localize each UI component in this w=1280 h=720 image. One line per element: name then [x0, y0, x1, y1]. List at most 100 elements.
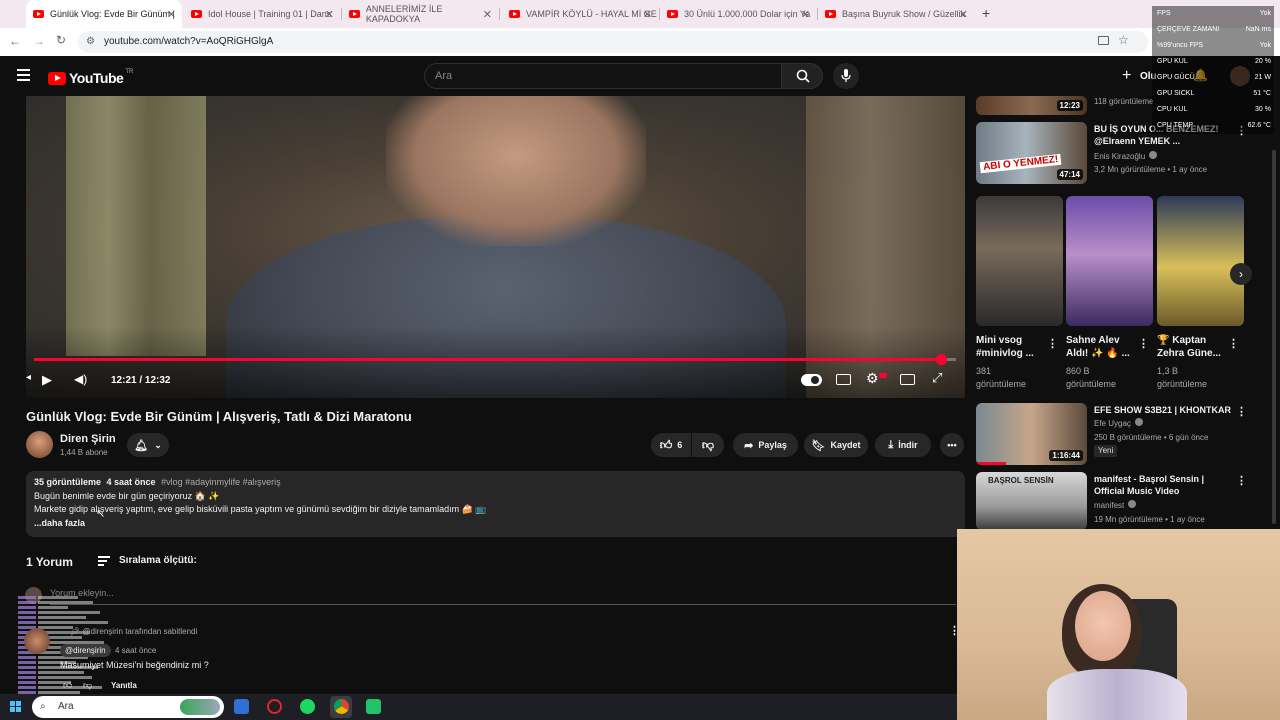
forward-icon[interactable]: →: [33, 34, 45, 48]
show-more-link[interactable]: ...daha fazla: [34, 517, 957, 531]
browser-toolbar: ← → ↻ ⚙ youtube.com/watch?v=AoQRiGHGlgA …: [0, 28, 1280, 56]
short-title[interactable]: Sahne Alev Aldı! ✨ 🔥 ...: [1066, 334, 1136, 360]
chrome-app-icon[interactable]: [334, 699, 349, 714]
comment-dislike-icon[interactable]: 👎︎: [83, 680, 92, 691]
close-tab-icon[interactable]: ✕: [801, 8, 810, 21]
short-title[interactable]: 🏆 Kaptan Zehra Güne...: [1157, 334, 1227, 360]
comment-author-avatar[interactable]: [24, 628, 50, 654]
overlay-row: GPU SICKL 51 °C: [1157, 90, 1271, 97]
site-info-icon[interactable]: ⚙: [86, 31, 95, 53]
new-tab-button[interactable]: +: [982, 5, 990, 21]
comments-count: 1 Yorum: [26, 555, 73, 569]
reply-button[interactable]: Yanıtla: [111, 681, 137, 690]
close-tab-icon[interactable]: ✕: [167, 8, 176, 21]
sort-icon[interactable]: [98, 556, 110, 566]
overlay-value: 51 °C: [1253, 90, 1271, 97]
progress-bar[interactable]: [34, 354, 956, 365]
browser-tab[interactable]: VAMPİR KÖYLÜ - HAYAL Mİ GE ✕: [502, 0, 658, 28]
like-button[interactable]: 👍︎ 6: [651, 433, 691, 457]
previous-icon[interactable]: ◂: [26, 372, 31, 383]
close-tab-icon[interactable]: ✕: [959, 8, 968, 21]
description-box[interactable]: 35 görüntüleme 4 saat önce #vlog #adayin…: [26, 471, 965, 537]
comment-like-icon[interactable]: 👍︎: [63, 680, 72, 691]
spotify-app-icon[interactable]: [300, 699, 315, 714]
share-label: Paylaş: [758, 440, 787, 450]
short-thumbnail[interactable]: [976, 196, 1063, 326]
chat-username: [18, 655, 36, 659]
create-icon[interactable]: +: [1122, 67, 1131, 85]
like-count: 6: [677, 440, 683, 450]
channel-name[interactable]: manifest: [1094, 500, 1137, 512]
short-thumbnail[interactable]: [1066, 196, 1153, 326]
volume-icon[interactable]: ◀): [74, 372, 87, 386]
shorts-next-button[interactable]: ›: [1230, 263, 1252, 285]
install-app-icon[interactable]: [1098, 36, 1109, 45]
short-thumbnail[interactable]: [1157, 196, 1244, 326]
video-thumbnail[interactable]: 12:23: [976, 96, 1087, 115]
more-actions-button[interactable]: •••: [940, 433, 964, 457]
microphone-icon: [841, 69, 851, 82]
browser-tab[interactable]: Idol House | Training 01 | Dans ✕: [184, 0, 340, 28]
url-text: youtube.com/watch?v=AoQRiGHGlgA: [104, 36, 274, 47]
search-input[interactable]: Ara: [424, 63, 782, 89]
channel-name[interactable]: Efe Uygaç: [1094, 418, 1144, 430]
video-title[interactable]: manifest - Başrol Sensin | Official Musi…: [1094, 473, 1234, 497]
hashtags[interactable]: #vlog #adayinmylife #alışveriş: [161, 477, 281, 487]
theater-mode-icon[interactable]: [900, 374, 915, 385]
comment-author-badge[interactable]: @direnşirin: [60, 644, 111, 657]
video-player[interactable]: [26, 96, 965, 398]
video-thumbnail[interactable]: ABI O YENMEZ! 47:14: [976, 122, 1087, 184]
close-tab-icon[interactable]: ✕: [483, 8, 492, 21]
settings-gear-icon[interactable]: ⚙: [866, 370, 879, 387]
save-button[interactable]: 🔖︎ Kaydet: [804, 433, 868, 457]
add-comment-input[interactable]: Yorum ekleyin...: [50, 588, 956, 605]
short-views-label: görüntüleme: [976, 379, 1027, 389]
short-menu-icon[interactable]: ⋮: [1138, 337, 1149, 350]
play-button[interactable]: ▶: [42, 372, 52, 388]
messenger-app-icon[interactable]: [366, 699, 381, 714]
dislike-button[interactable]: 👎︎: [692, 433, 724, 457]
subtitles-icon[interactable]: [836, 374, 851, 385]
menu-icon[interactable]: [17, 69, 30, 81]
tab-title: 30 Ünlü 1.000.000 Dolar için Ya: [684, 9, 811, 19]
back-icon[interactable]: ←: [9, 34, 21, 48]
browser-tab[interactable]: 30 Ünlü 1.000.000 Dolar için Ya ✕: [660, 0, 816, 28]
browser-tab[interactable]: ANNELERİMİZ İLE KAPADOKYA ✕: [342, 0, 498, 28]
reload-icon[interactable]: ↻: [56, 33, 66, 47]
fullscreen-icon[interactable]: ⤢: [932, 370, 942, 386]
store-app-icon[interactable]: [234, 699, 249, 714]
channel-name[interactable]: Diren Şirin: [60, 433, 116, 445]
voice-search-button[interactable]: [833, 63, 859, 89]
video-thumbnail[interactable]: BAŞROL SENSİN: [976, 472, 1087, 530]
video-menu-icon[interactable]: ⋮: [1236, 474, 1247, 487]
short-title[interactable]: Mini vsog #minivlog ...: [976, 334, 1046, 360]
address-bar[interactable]: ⚙ youtube.com/watch?v=AoQRiGHGlgA: [78, 31, 1148, 53]
close-tab-icon[interactable]: ✕: [643, 8, 652, 21]
browser-tab[interactable]: Günlük Vlog: Evde Bir Günüm | ✕: [26, 0, 182, 28]
youtube-logo[interactable]: YouTube TR: [48, 69, 133, 86]
opera-app-icon[interactable]: [267, 699, 282, 714]
search-button[interactable]: [781, 63, 823, 89]
subscribe-bell-button[interactable]: 🔔︎ ⌄: [127, 433, 169, 457]
chat-username: [18, 665, 36, 669]
windows-start-icon[interactable]: [10, 701, 21, 712]
sort-by-button[interactable]: Sıralama ölçütü:: [119, 555, 197, 566]
short-menu-icon[interactable]: ⋮: [1047, 337, 1058, 350]
close-tab-icon[interactable]: ✕: [325, 8, 334, 21]
channel-avatar[interactable]: [26, 431, 53, 458]
short-menu-icon[interactable]: ⋮: [1228, 337, 1239, 350]
channel-name[interactable]: Enis Kirazoğlu: [1094, 151, 1158, 163]
comment-time[interactable]: 4 saat önce: [115, 646, 156, 655]
autoplay-toggle[interactable]: [801, 374, 822, 386]
video-title[interactable]: EFE SHOW S3B21 | KHONTKAR: [1094, 404, 1234, 416]
page-scrollbar[interactable]: [1272, 150, 1276, 524]
bell-icon: 🔔︎: [134, 439, 149, 452]
taskbar-search-input[interactable]: ⌕ Ara: [32, 696, 224, 718]
bookmark-star-icon[interactable]: ☆: [1118, 33, 1129, 47]
chat-text: [38, 596, 78, 599]
video-menu-icon[interactable]: ⋮: [1236, 405, 1247, 418]
browser-tab[interactable]: Başına Buyruk Show / Güzellik ✕: [818, 0, 974, 28]
download-button[interactable]: ⤓ İndir: [875, 433, 931, 457]
share-button[interactable]: ➦ Paylaş: [733, 433, 798, 457]
video-thumbnail[interactable]: 1:16:44: [976, 403, 1087, 465]
